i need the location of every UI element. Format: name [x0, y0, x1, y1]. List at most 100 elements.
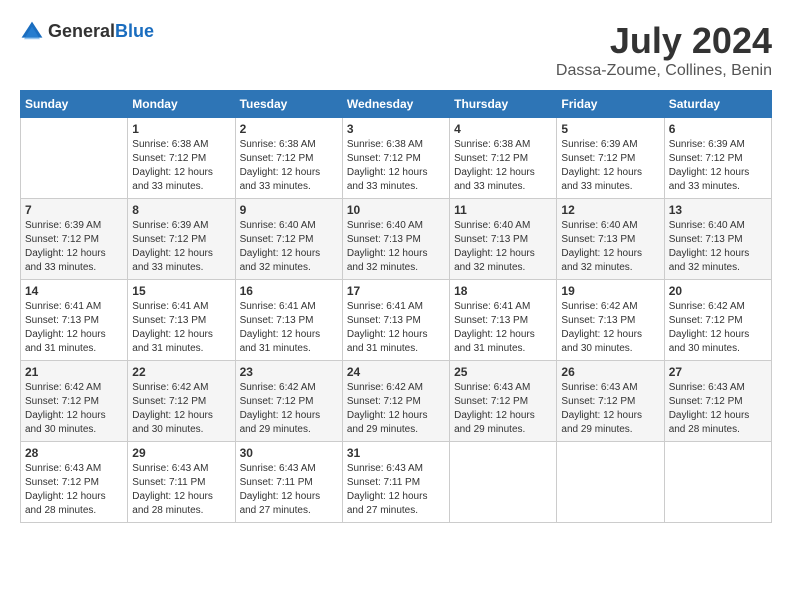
day-number: 31: [347, 446, 445, 460]
day-number: 30: [240, 446, 338, 460]
calendar-cell: 8 Sunrise: 6:39 AM Sunset: 7:12 PM Daylig…: [128, 199, 235, 280]
calendar-cell: 30 Sunrise: 6:43 AM Sunset: 7:11 PM Dayli…: [235, 442, 342, 523]
calendar-week-row: 1 Sunrise: 6:38 AM Sunset: 7:12 PM Daylig…: [21, 118, 772, 199]
day-info: Sunrise: 6:43 AM Sunset: 7:12 PM Dayligh…: [454, 381, 552, 437]
day-number: 21: [25, 365, 123, 379]
day-number: 29: [132, 446, 230, 460]
day-number: 1: [132, 122, 230, 136]
calendar-cell: 24 Sunrise: 6:42 AM Sunset: 7:12 PM Dayli…: [342, 361, 449, 442]
calendar-cell: 9Sunrise: 6:40 AM Sunset: 7:12 PM Daylig…: [235, 199, 342, 280]
day-number: 24: [347, 365, 445, 379]
day-info: Sunrise: 6:39 AM Sunset: 7:12 PM Dayligh…: [25, 219, 123, 275]
calendar-cell: 6 Sunrise: 6:39 AM Sunset: 7:12 PM Daylig…: [664, 118, 771, 199]
day-number: 2: [240, 122, 338, 136]
day-number: 8: [132, 203, 230, 217]
day-info: Sunrise: 6:38 AM Sunset: 7:12 PM Dayligh…: [347, 138, 445, 194]
day-info: Sunrise: 6:42 AM Sunset: 7:12 PM Dayligh…: [669, 300, 767, 356]
day-info: Sunrise: 6:43 AM Sunset: 7:12 PM Dayligh…: [25, 462, 123, 518]
calendar-cell: 2 Sunrise: 6:38 AM Sunset: 7:12 PM Daylig…: [235, 118, 342, 199]
calendar-week-row: 21 Sunrise: 6:42 AM Sunset: 7:12 PM Dayli…: [21, 361, 772, 442]
title-section: July 2024 Dassa-Zoume, Collines, Benin: [556, 20, 772, 80]
day-info: Sunrise: 6:39 AM Sunset: 7:12 PM Dayligh…: [132, 219, 230, 275]
calendar-cell: 12Sunrise: 6:40 AM Sunset: 7:13 PM Dayli…: [557, 199, 664, 280]
day-info: Sunrise: 6:41 AM Sunset: 7:13 PM Dayligh…: [240, 300, 338, 356]
day-number: 23: [240, 365, 338, 379]
calendar-cell: 21 Sunrise: 6:42 AM Sunset: 7:12 PM Dayli…: [21, 361, 128, 442]
calendar-cell: 17 Sunrise: 6:41 AM Sunset: 7:13 PM Dayli…: [342, 280, 449, 361]
day-number: 11: [454, 203, 552, 217]
day-info: Sunrise: 6:38 AM Sunset: 7:12 PM Dayligh…: [132, 138, 230, 194]
day-info: Sunrise: 6:43 AM Sunset: 7:12 PM Dayligh…: [561, 381, 659, 437]
calendar-week-row: 14 Sunrise: 6:41 AM Sunset: 7:13 PM Dayli…: [21, 280, 772, 361]
calendar-cell: 26 Sunrise: 6:43 AM Sunset: 7:12 PM Dayli…: [557, 361, 664, 442]
day-info: Sunrise: 6:39 AM Sunset: 7:12 PM Dayligh…: [669, 138, 767, 194]
day-of-week-header: Friday: [557, 91, 664, 118]
day-info: Sunrise: 6:43 AM Sunset: 7:11 PM Dayligh…: [347, 462, 445, 518]
day-number: 5: [561, 122, 659, 136]
day-info: Sunrise: 6:43 AM Sunset: 7:11 PM Dayligh…: [240, 462, 338, 518]
day-info: Sunrise: 6:41 AM Sunset: 7:13 PM Dayligh…: [25, 300, 123, 356]
day-info: Sunrise: 6:38 AM Sunset: 7:12 PM Dayligh…: [240, 138, 338, 194]
calendar-cell: [557, 442, 664, 523]
day-info: Sunrise: 6:40 AM Sunset: 7:13 PM Dayligh…: [347, 219, 445, 275]
calendar-cell: [664, 442, 771, 523]
calendar-cell: 1 Sunrise: 6:38 AM Sunset: 7:12 PM Daylig…: [128, 118, 235, 199]
calendar-cell: 11 Sunrise: 6:40 AM Sunset: 7:13 PM Dayli…: [450, 199, 557, 280]
calendar-cell: 29 Sunrise: 6:43 AM Sunset: 7:11 PM Dayli…: [128, 442, 235, 523]
calendar-cell: 10Sunrise: 6:40 AM Sunset: 7:13 PM Dayli…: [342, 199, 449, 280]
day-info: Sunrise: 6:38 AM Sunset: 7:12 PM Dayligh…: [454, 138, 552, 194]
day-number: 13: [669, 203, 767, 217]
day-info: Sunrise: 6:40 AM Sunset: 7:13 PM Dayligh…: [454, 219, 552, 275]
calendar-table: SundayMondayTuesdayWednesdayThursdayFrid…: [20, 90, 772, 523]
day-info: Sunrise: 6:42 AM Sunset: 7:12 PM Dayligh…: [132, 381, 230, 437]
calendar-week-row: 7 Sunrise: 6:39 AM Sunset: 7:12 PM Daylig…: [21, 199, 772, 280]
day-number: 19: [561, 284, 659, 298]
day-number: 4: [454, 122, 552, 136]
calendar-cell: 22 Sunrise: 6:42 AM Sunset: 7:12 PM Dayli…: [128, 361, 235, 442]
calendar-cell: 31 Sunrise: 6:43 AM Sunset: 7:11 PM Dayli…: [342, 442, 449, 523]
calendar-cell: 15 Sunrise: 6:41 AM Sunset: 7:13 PM Dayli…: [128, 280, 235, 361]
calendar-header-row: SundayMondayTuesdayWednesdayThursdayFrid…: [21, 91, 772, 118]
calendar-cell: [21, 118, 128, 199]
day-info: Sunrise: 6:42 AM Sunset: 7:12 PM Dayligh…: [25, 381, 123, 437]
page-header: GeneralBlue July 2024 Dassa-Zoume, Colli…: [20, 20, 772, 80]
day-of-week-header: Saturday: [664, 91, 771, 118]
calendar-cell: 25Sunrise: 6:43 AM Sunset: 7:12 PM Dayli…: [450, 361, 557, 442]
day-of-week-header: Monday: [128, 91, 235, 118]
day-number: 26: [561, 365, 659, 379]
calendar-cell: 5Sunrise: 6:39 AM Sunset: 7:12 PM Daylig…: [557, 118, 664, 199]
calendar-cell: 14 Sunrise: 6:41 AM Sunset: 7:13 PM Dayli…: [21, 280, 128, 361]
day-info: Sunrise: 6:40 AM Sunset: 7:13 PM Dayligh…: [561, 219, 659, 275]
calendar-cell: 13Sunrise: 6:40 AM Sunset: 7:13 PM Dayli…: [664, 199, 771, 280]
day-info: Sunrise: 6:42 AM Sunset: 7:12 PM Dayligh…: [347, 381, 445, 437]
calendar-cell: 16 Sunrise: 6:41 AM Sunset: 7:13 PM Dayli…: [235, 280, 342, 361]
day-info: Sunrise: 6:43 AM Sunset: 7:12 PM Dayligh…: [669, 381, 767, 437]
day-number: 28: [25, 446, 123, 460]
day-number: 17: [347, 284, 445, 298]
day-number: 14: [25, 284, 123, 298]
day-number: 9: [240, 203, 338, 217]
day-info: Sunrise: 6:43 AM Sunset: 7:11 PM Dayligh…: [132, 462, 230, 518]
day-of-week-header: Sunday: [21, 91, 128, 118]
day-number: 6: [669, 122, 767, 136]
logo: GeneralBlue: [20, 20, 154, 44]
calendar-cell: 28 Sunrise: 6:43 AM Sunset: 7:12 PM Dayli…: [21, 442, 128, 523]
day-number: 18: [454, 284, 552, 298]
day-of-week-header: Thursday: [450, 91, 557, 118]
day-number: 15: [132, 284, 230, 298]
day-number: 16: [240, 284, 338, 298]
day-info: Sunrise: 6:42 AM Sunset: 7:12 PM Dayligh…: [240, 381, 338, 437]
day-info: Sunrise: 6:41 AM Sunset: 7:13 PM Dayligh…: [132, 300, 230, 356]
day-number: 7: [25, 203, 123, 217]
main-title: July 2024: [556, 20, 772, 62]
subtitle: Dassa-Zoume, Collines, Benin: [556, 62, 772, 80]
day-of-week-header: Wednesday: [342, 91, 449, 118]
calendar-cell: 4 Sunrise: 6:38 AM Sunset: 7:12 PM Daylig…: [450, 118, 557, 199]
logo-text: GeneralBlue: [48, 22, 154, 42]
calendar-cell: 27Sunrise: 6:43 AM Sunset: 7:12 PM Dayli…: [664, 361, 771, 442]
day-info: Sunrise: 6:41 AM Sunset: 7:13 PM Dayligh…: [347, 300, 445, 356]
calendar-cell: 19 Sunrise: 6:42 AM Sunset: 7:13 PM Dayli…: [557, 280, 664, 361]
calendar-cell: 20Sunrise: 6:42 AM Sunset: 7:12 PM Dayli…: [664, 280, 771, 361]
day-info: Sunrise: 6:42 AM Sunset: 7:13 PM Dayligh…: [561, 300, 659, 356]
day-number: 22: [132, 365, 230, 379]
